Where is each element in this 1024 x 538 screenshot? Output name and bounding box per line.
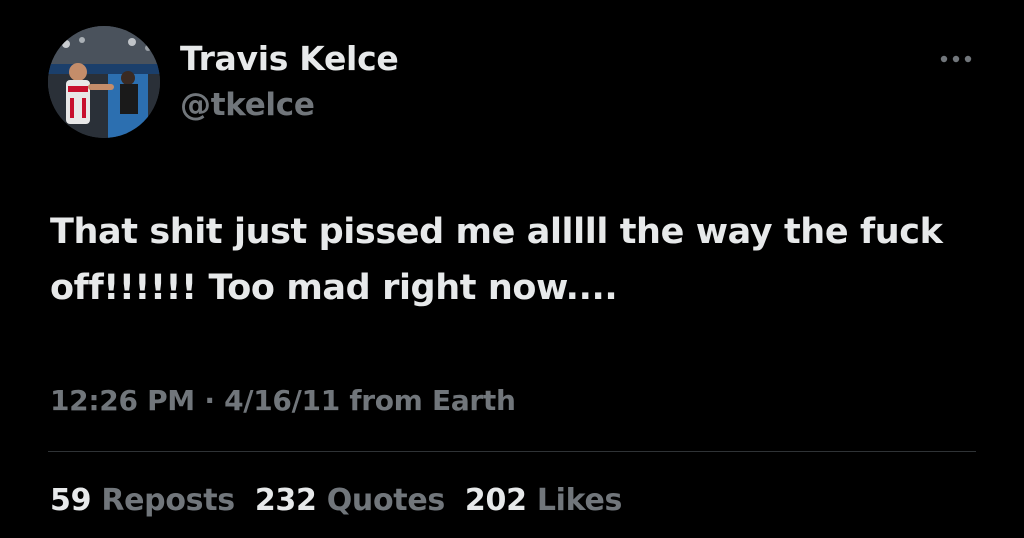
more-options-button[interactable] (932, 44, 980, 74)
divider (48, 451, 976, 452)
quotes-count: 232 (254, 483, 317, 518)
reposts-stat[interactable]: 59 Reposts (50, 480, 235, 522)
reposts-label: Reposts (101, 483, 235, 518)
profile-photo-icon (48, 26, 160, 138)
likes-stat[interactable]: 202 Likes (465, 480, 622, 522)
tweet-metadata: 12:26 PM · 4/16/11 from Earth (50, 381, 516, 421)
tweet-date[interactable]: 4/16/11 (224, 384, 340, 417)
quotes-stat[interactable]: 232 Quotes (255, 480, 445, 522)
meta-separator: · (204, 384, 215, 417)
tweet-card: Travis Kelce @tkelce That shit just piss… (0, 0, 1024, 538)
likes-count: 202 (464, 483, 527, 518)
tweet-source: from Earth (349, 384, 516, 417)
tweet-time[interactable]: 12:26 PM (50, 384, 195, 417)
tweet-text: That shit just pissed me alllll the way … (50, 212, 943, 308)
engagement-stats: 59 Reposts 232 Quotes 202 Likes (50, 480, 642, 522)
author-info: Travis Kelce @tkelce (180, 38, 399, 126)
display-name[interactable]: Travis Kelce (180, 38, 399, 80)
ellipsis-icon (940, 55, 972, 63)
reposts-count: 59 (50, 483, 92, 518)
handle[interactable]: @tkelce (180, 84, 398, 126)
likes-label: Likes (536, 483, 623, 518)
quotes-label: Quotes (326, 483, 446, 518)
avatar[interactable] (48, 26, 160, 138)
